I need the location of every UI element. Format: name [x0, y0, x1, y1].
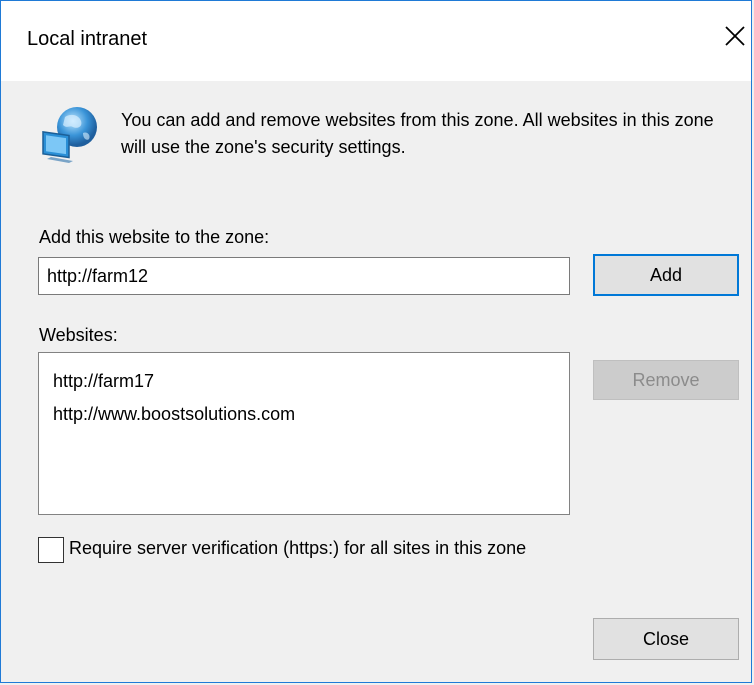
remove-button[interactable]: Remove	[593, 360, 739, 400]
list-item[interactable]: http://www.boostsolutions.com	[53, 404, 295, 425]
close-icon[interactable]	[719, 21, 749, 51]
websites-label: Websites:	[39, 325, 118, 345]
list-item[interactable]: http://farm17	[53, 371, 154, 392]
require-https-checkbox[interactable]	[38, 537, 64, 563]
website-url-input[interactable]	[38, 257, 570, 295]
add-button[interactable]: Add	[593, 254, 739, 296]
add-website-label: Add this website to the zone:	[39, 227, 270, 247]
close-button[interactable]: Close	[593, 618, 739, 660]
window-title: Local intranet	[27, 28, 148, 50]
globe-computer-icon	[42, 107, 97, 163]
require-https-label[interactable]: Require server verification (https:) for…	[69, 538, 526, 559]
title-bar: Local intranet	[1, 1, 751, 81]
zone-info-text: You can add and remove websites from thi…	[121, 110, 714, 157]
local-intranet-dialog: Local intranet You can add and remove we…	[0, 0, 752, 683]
websites-list[interactable]: http://farm17 http://www.boostsolutions.…	[38, 352, 570, 515]
